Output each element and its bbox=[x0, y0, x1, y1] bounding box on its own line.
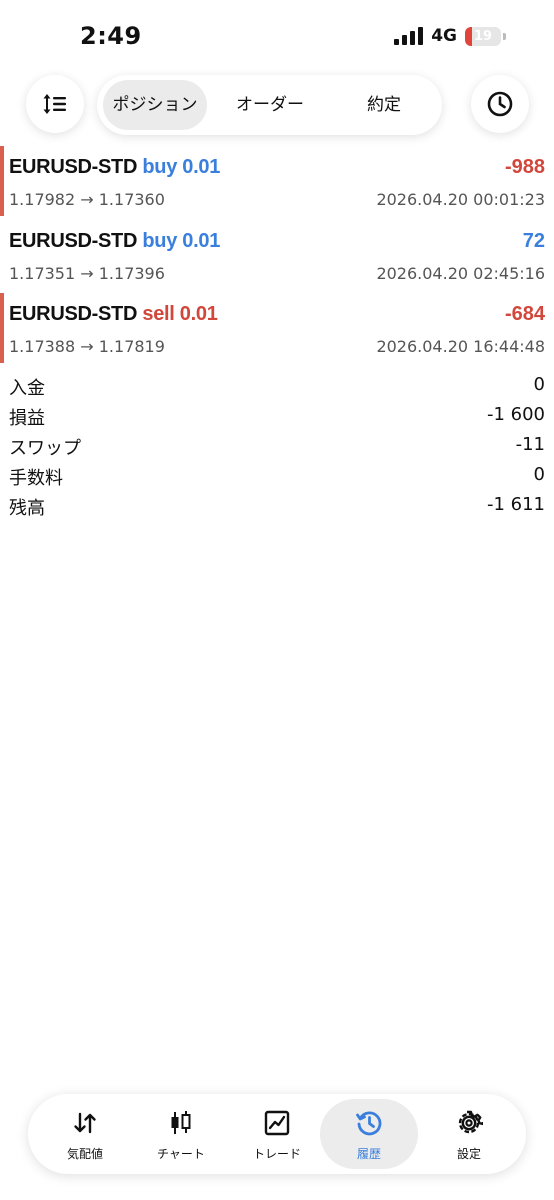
nav-label: 気配値 bbox=[66, 1147, 103, 1161]
deal-symbol: EURUSD-STD buy 0.01 bbox=[9, 230, 220, 253]
closed-marker bbox=[0, 146, 4, 216]
cellular-signal-icon bbox=[394, 27, 424, 45]
tab-orders[interactable]: オーダー bbox=[215, 80, 325, 130]
summary-profit: 損益 -1 600 bbox=[0, 402, 554, 432]
sort-icon bbox=[43, 94, 66, 114]
period-button[interactable] bbox=[471, 75, 529, 133]
symbol-name: EURUSD-STD bbox=[9, 156, 138, 178]
nav-settings[interactable]: 設定 bbox=[420, 1099, 518, 1169]
nav-quotes[interactable]: 気配値 bbox=[36, 1099, 134, 1169]
summary-commission: 手数料 0 bbox=[0, 462, 554, 492]
deal-profit: -988 bbox=[504, 156, 545, 178]
history-icon bbox=[356, 1111, 382, 1136]
network-type: 4G bbox=[431, 26, 457, 46]
deal-symbol: EURUSD-STD sell 0.01 bbox=[9, 303, 218, 326]
deal-row[interactable]: EURUSD-STD buy 0.01 -988 1.17982 → 1.173… bbox=[0, 146, 554, 216]
deal-time: 2026.04.20 16:44:48 bbox=[376, 337, 545, 356]
summary-swap: スワップ -11 bbox=[0, 432, 554, 462]
summary-deposit: 入金 0 bbox=[0, 372, 554, 402]
summary-label: 損益 bbox=[9, 408, 45, 429]
deal-time: 2026.04.20 00:01:23 bbox=[376, 190, 545, 209]
settings-icon bbox=[455, 1109, 483, 1134]
status-indicators: 4G 19 bbox=[394, 26, 506, 46]
summary-value: -1 611 bbox=[486, 494, 545, 515]
view-tabs: ポジション オーダー 約定 bbox=[97, 75, 442, 135]
deal-profit: -684 bbox=[504, 303, 545, 325]
deal-row[interactable]: EURUSD-STD sell 0.01 -684 1.17388 → 1.17… bbox=[0, 293, 554, 363]
deal-side: buy 0.01 bbox=[142, 156, 221, 178]
nav-chart[interactable]: チャート bbox=[132, 1099, 230, 1169]
status-time: 2:49 bbox=[80, 22, 142, 50]
account-summary: 入金 0 損益 -1 600 スワップ -11 手数料 0 残高 -1 611 bbox=[0, 372, 554, 522]
sort-button[interactable] bbox=[26, 75, 84, 133]
battery-icon: 19 bbox=[465, 26, 501, 46]
bottom-navigation: 気配値 チャート トレード 履歴 設定 bbox=[28, 1094, 526, 1174]
nav-label: 履歴 bbox=[356, 1147, 381, 1161]
summary-label: 手数料 bbox=[9, 468, 63, 489]
trade-icon bbox=[264, 1110, 290, 1136]
nav-trade[interactable]: トレード bbox=[228, 1099, 326, 1169]
deal-symbol: EURUSD-STD buy 0.01 bbox=[9, 156, 220, 179]
summary-label: スワップ bbox=[9, 438, 81, 459]
summary-label: 残高 bbox=[9, 498, 45, 519]
quotes-icon bbox=[74, 1112, 96, 1134]
nav-history[interactable]: 履歴 bbox=[320, 1099, 418, 1169]
deal-prices: 1.17982 → 1.17360 bbox=[9, 190, 165, 209]
deal-time: 2026.04.20 02:45:16 bbox=[376, 264, 545, 283]
deal-prices: 1.17388 → 1.17819 bbox=[9, 337, 165, 356]
summary-value: -1 600 bbox=[486, 404, 545, 425]
clock-icon bbox=[487, 91, 513, 117]
summary-value: -11 bbox=[515, 434, 545, 455]
tab-deals[interactable]: 約定 bbox=[331, 80, 437, 130]
deal-profit: 72 bbox=[522, 230, 545, 252]
summary-label: 入金 bbox=[9, 378, 45, 399]
status-bar: 2:49 4G 19 bbox=[0, 0, 554, 70]
nav-label: トレード bbox=[252, 1147, 301, 1161]
nav-label: 設定 bbox=[456, 1147, 481, 1161]
summary-value: 0 bbox=[533, 464, 545, 485]
deal-row[interactable]: EURUSD-STD buy 0.01 72 1.17351 → 1.17396… bbox=[0, 220, 554, 290]
deal-side: sell 0.01 bbox=[142, 303, 218, 325]
symbol-name: EURUSD-STD bbox=[9, 230, 138, 252]
tab-positions[interactable]: ポジション bbox=[103, 80, 207, 130]
deal-prices: 1.17351 → 1.17396 bbox=[9, 264, 165, 283]
chart-icon bbox=[171, 1111, 191, 1134]
battery-level: 19 bbox=[473, 28, 493, 44]
closed-marker bbox=[0, 293, 4, 363]
summary-balance: 残高 -1 611 bbox=[0, 492, 554, 522]
summary-value: 0 bbox=[533, 374, 545, 395]
battery-cap bbox=[503, 32, 506, 40]
symbol-name: EURUSD-STD bbox=[9, 303, 138, 325]
nav-label: チャート bbox=[157, 1147, 205, 1161]
deal-side: buy 0.01 bbox=[142, 230, 221, 252]
